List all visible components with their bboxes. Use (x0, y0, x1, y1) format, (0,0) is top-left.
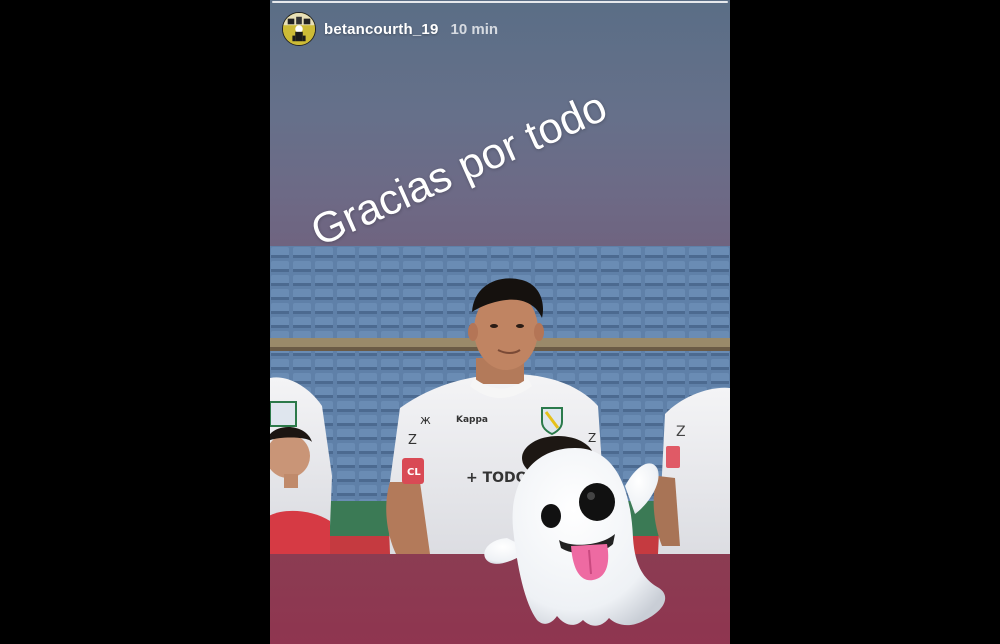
story-progress-bar (272, 1, 728, 3)
profile-avatar[interactable] (282, 12, 316, 46)
svg-text:ж: ж (420, 413, 431, 427)
story-header: betancourth_19 10 min (282, 12, 498, 46)
story-caption-text: Gracias por todo (304, 82, 614, 256)
story-username[interactable]: betancourth_19 (324, 21, 439, 38)
svg-text:Kappa: Kappa (456, 415, 488, 425)
svg-text:Z: Z (676, 424, 686, 440)
ghost-emoji-sticker (475, 428, 675, 633)
svg-text:Z: Z (408, 433, 417, 448)
svg-text:CL: CL (407, 467, 421, 478)
story-timestamp: 10 min (450, 20, 499, 38)
story-viewer[interactable]: betancourth_19 10 min Gracias por todo Z… (270, 0, 730, 644)
